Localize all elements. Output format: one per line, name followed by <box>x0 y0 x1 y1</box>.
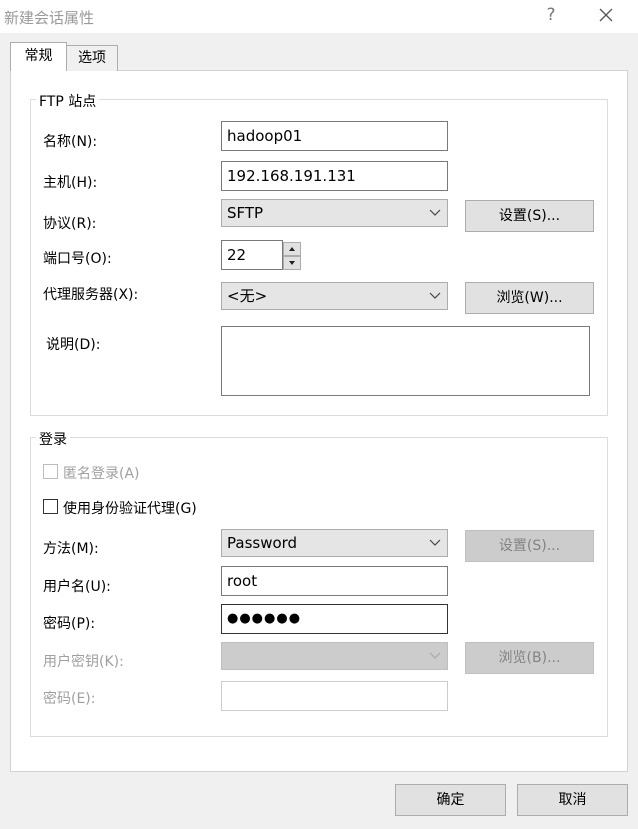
tab-options[interactable]: 选项 <box>66 45 118 71</box>
user-key-label: 用户密钥(K): <box>43 654 124 670</box>
user-key-select[interactable] <box>221 642 448 670</box>
cancel-button[interactable]: 取消 <box>517 784 628 816</box>
method-value: Password <box>227 534 298 552</box>
password-input[interactable]: ●●●●●● <box>221 604 448 634</box>
proxy-select[interactable]: <无> <box>221 282 448 310</box>
tab-general[interactable]: 常规 <box>10 42 67 71</box>
port-input[interactable]: 22 <box>221 240 283 270</box>
method-select[interactable]: Password <box>221 529 448 557</box>
chevron-down-icon <box>429 643 441 669</box>
port-increment-button[interactable] <box>283 242 301 256</box>
auth-agent-label: 使用身份验证代理(G) <box>63 501 197 517</box>
login-caption: 登录 <box>36 429 70 449</box>
host-label: 主机(H): <box>43 175 98 191</box>
chevron-down-icon <box>429 530 441 556</box>
passphrase-input[interactable] <box>221 681 448 711</box>
proxy-label: 代理服务器(X): <box>43 287 139 303</box>
method-label: 方法(M): <box>43 541 99 557</box>
proxy-value: <无> <box>227 287 268 305</box>
password-label: 密码(P): <box>43 616 96 632</box>
host-input[interactable]: 192.168.191.131 <box>221 161 448 191</box>
description-label: 说明(D): <box>46 337 101 353</box>
protocol-label: 协议(R): <box>43 216 97 232</box>
anonymous-login-label: 匿名登录(A) <box>63 466 140 482</box>
title-bar: 新建会话属性 ? <box>0 0 638 33</box>
username-label: 用户名(U): <box>43 579 111 595</box>
proxy-browse-button[interactable]: 浏览(W)... <box>465 282 594 314</box>
chevron-down-icon <box>429 283 441 309</box>
method-settings-button[interactable]: 设置(S)... <box>465 530 594 562</box>
port-decrement-button[interactable] <box>283 256 301 270</box>
name-label: 名称(N): <box>43 134 98 150</box>
description-textarea[interactable] <box>221 326 590 396</box>
window-title: 新建会话属性 <box>4 9 95 27</box>
username-input[interactable]: root <box>221 566 448 596</box>
port-label: 端口号(O): <box>43 251 112 267</box>
anonymous-login-checkbox[interactable] <box>43 464 58 479</box>
ftp-site-caption: FTP 站点 <box>36 91 100 111</box>
protocol-select[interactable]: SFTP <box>221 199 448 227</box>
ok-button[interactable]: 确定 <box>395 784 506 816</box>
passphrase-label: 密码(E): <box>43 691 96 707</box>
protocol-settings-button[interactable]: 设置(S)... <box>465 200 594 232</box>
protocol-value: SFTP <box>227 204 264 222</box>
chevron-down-icon <box>429 200 441 226</box>
name-input[interactable]: hadoop01 <box>221 121 448 151</box>
auth-agent-checkbox[interactable] <box>43 499 58 514</box>
user-key-browse-button[interactable]: 浏览(B)... <box>465 642 594 674</box>
close-icon[interactable] <box>592 3 620 29</box>
help-icon[interactable]: ? <box>541 5 561 27</box>
